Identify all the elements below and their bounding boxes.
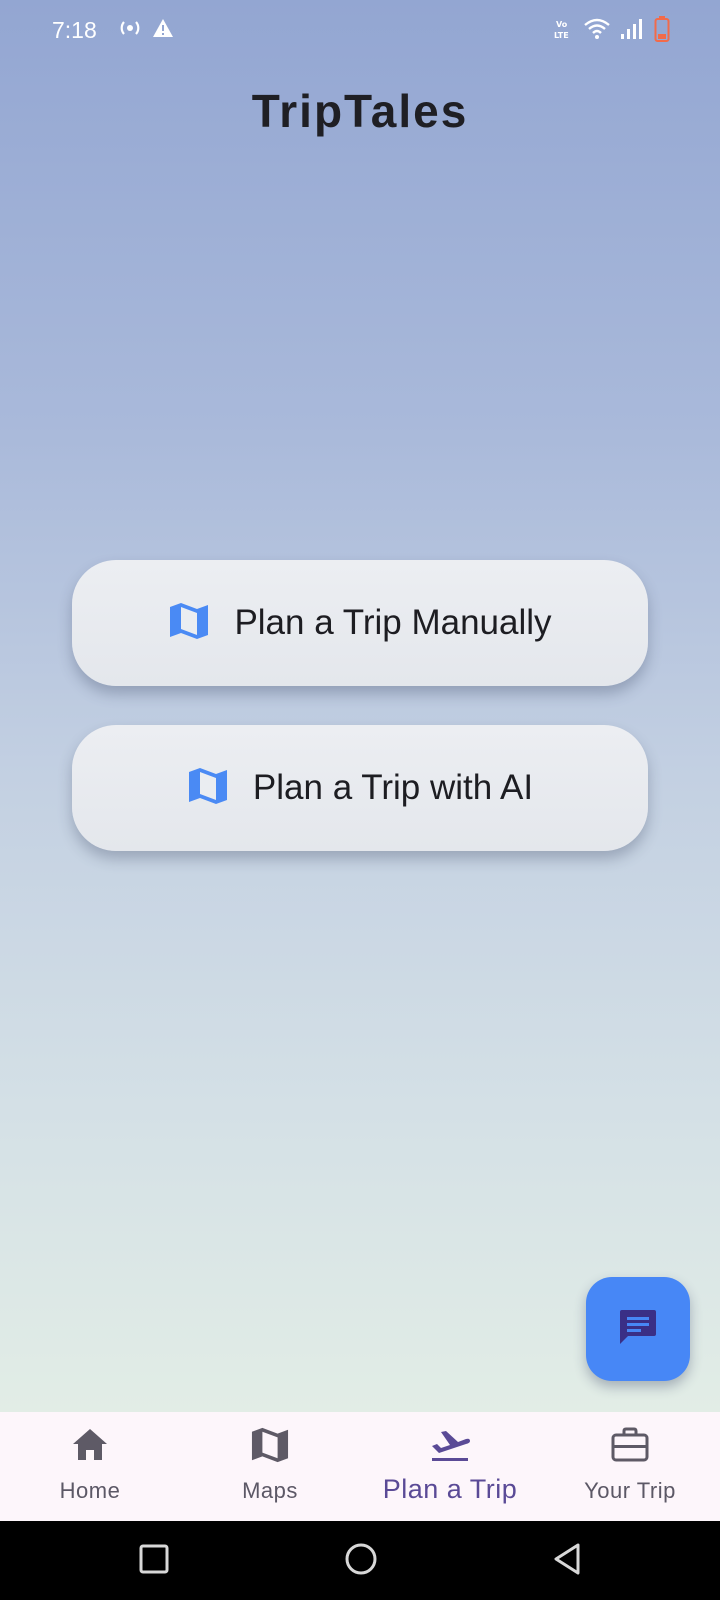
volte-icon: Vo LTE: [554, 18, 574, 40]
svg-text:Vo: Vo: [556, 20, 568, 29]
svg-text:LTE: LTE: [554, 31, 569, 40]
battery-low-icon: [654, 16, 670, 42]
map-icon: [250, 1426, 290, 1469]
nav-item-plan-a-trip[interactable]: Plan a Trip: [360, 1412, 540, 1521]
nav-item-home[interactable]: Home: [0, 1412, 180, 1521]
app-title: TripTales: [251, 85, 469, 137]
recents-icon[interactable]: [138, 1541, 170, 1582]
nav-label-home: Home: [59, 1478, 121, 1503]
nav-label-maps: Maps: [242, 1478, 298, 1503]
plan-trip-ai-button[interactable]: Plan a Trip with AI: [72, 725, 648, 851]
plan-trip-ai-label: Plan a Trip with AI: [252, 768, 534, 807]
status-left-icons: [118, 18, 174, 38]
back-icon[interactable]: [550, 1541, 584, 1582]
warning-icon: [152, 18, 174, 38]
system-navigation-bar: [0, 1521, 720, 1600]
nav-label-plan-a-trip: Plan a Trip: [382, 1474, 518, 1504]
briefcase-icon: [610, 1426, 650, 1469]
home-icon: [70, 1426, 110, 1469]
hotspot-icon: [118, 18, 142, 38]
chat-icon: [618, 1308, 658, 1351]
map-icon: [187, 766, 229, 811]
signal-icon: [620, 18, 644, 40]
plan-trip-manually-label: Plan a Trip Manually: [234, 603, 552, 642]
flight-takeoff-icon: [429, 1426, 471, 1469]
nav-item-maps[interactable]: Maps: [180, 1412, 360, 1521]
chat-fab-button[interactable]: [586, 1277, 690, 1381]
bottom-navigation: Home Maps Plan a Trip Your Trip: [0, 1412, 720, 1521]
nav-label-your-trip: Your Trip: [584, 1478, 676, 1503]
wifi-icon: [584, 18, 610, 40]
plan-trip-manually-button[interactable]: Plan a Trip Manually: [72, 560, 648, 686]
app-screen: 7:18 Vo LTE TripTales Plan a Trip Manual…: [0, 0, 720, 1412]
status-time: 7:18: [52, 17, 97, 43]
status-right-icons: Vo LTE: [554, 16, 670, 42]
status-bar: 7:18 Vo LTE: [0, 0, 720, 60]
map-icon: [168, 601, 210, 646]
nav-item-your-trip[interactable]: Your Trip: [540, 1412, 720, 1521]
home-circle-icon[interactable]: [343, 1541, 379, 1582]
